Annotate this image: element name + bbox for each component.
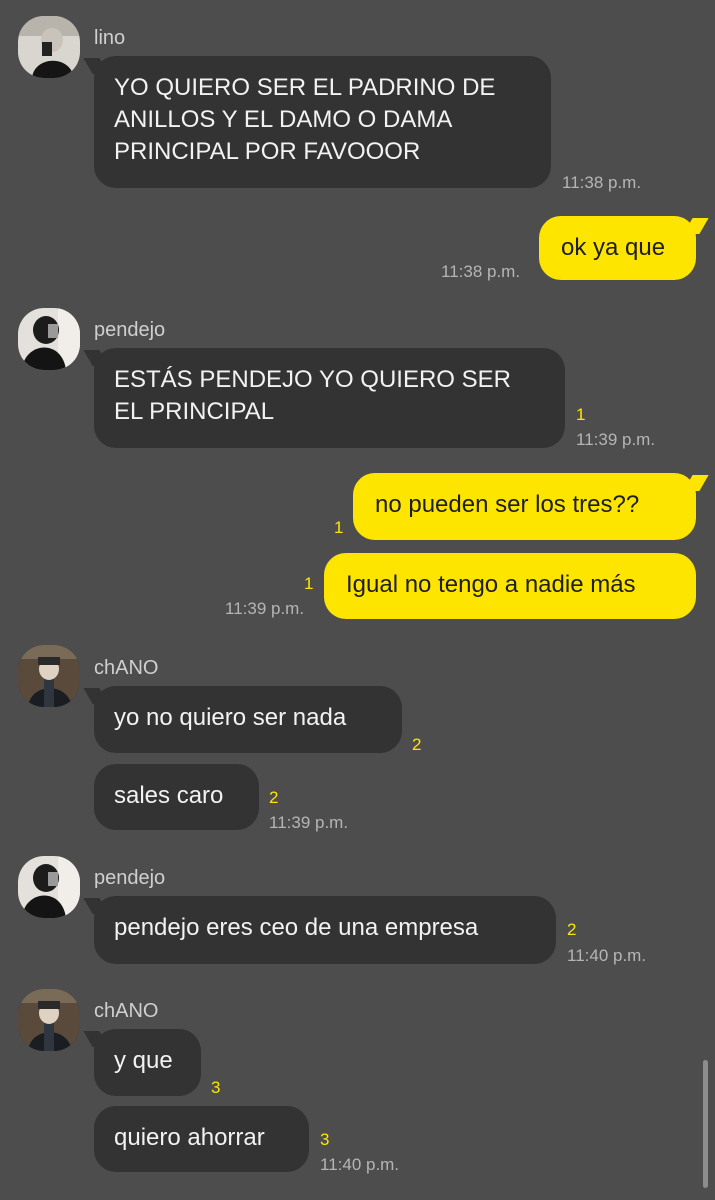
unread-count: 2 <box>567 920 577 939</box>
message-text: quiero ahorrar <box>114 1124 265 1151</box>
message-bubble-incoming[interactable]: ESTÁS PENDEJO YO QUIERO SER EL PRINCIPAL <box>94 348 565 448</box>
message-text: sales caro <box>114 782 224 809</box>
message-bubble-incoming[interactable]: pendejo eres ceo de una empresa <box>94 896 556 964</box>
unread-count: 1 <box>304 574 314 593</box>
message-bubble-outgoing[interactable]: ok ya que <box>539 216 696 280</box>
message-line: ESTÁS PENDEJO YO QUIERO SER <box>114 366 511 393</box>
avatar-pendejo[interactable] <box>18 308 80 370</box>
sender-name: chANO <box>94 1000 159 1022</box>
profile-photo-icon <box>18 645 80 707</box>
avatar-chano[interactable] <box>18 645 80 707</box>
timestamp: 11:39 p.m. <box>225 599 305 618</box>
avatar-pendejo[interactable] <box>18 856 80 918</box>
timestamp: 11:38 p.m. <box>441 262 521 281</box>
profile-photo-icon <box>18 308 80 370</box>
message-text: y que <box>114 1047 173 1074</box>
message-bubble-incoming[interactable]: yo no quiero ser nada <box>94 686 402 753</box>
message-text: yo no quiero ser nada <box>114 704 347 731</box>
avatar-lino[interactable] <box>18 16 80 78</box>
message-line: PRINCIPAL POR FAVOOOR <box>114 138 421 165</box>
message-bubble-outgoing[interactable]: Igual no tengo a nadie más <box>324 553 696 619</box>
sender-name: chANO <box>94 657 159 679</box>
avatar-chano[interactable] <box>18 989 80 1051</box>
message-bubble-incoming[interactable]: y que <box>94 1029 201 1096</box>
profile-photo-icon <box>18 989 80 1051</box>
message-line: EL PRINCIPAL <box>114 398 275 425</box>
timestamp: 11:40 p.m. <box>320 1155 400 1174</box>
timestamp: 11:39 p.m. <box>269 813 349 832</box>
unread-count: 2 <box>269 788 279 807</box>
message-bubble-incoming[interactable]: YO QUIERO SER EL PADRINO DE ANILLOS Y EL… <box>94 56 551 188</box>
message-text: pendejo eres ceo de una empresa <box>114 914 479 941</box>
message-text: Igual no tengo a nadie más <box>346 571 636 598</box>
unread-count: 1 <box>334 518 344 537</box>
message-line: YO QUIERO SER EL PADRINO DE <box>114 74 496 101</box>
message-text: ok ya que <box>561 234 666 261</box>
message-text: no pueden ser los tres?? <box>375 491 640 518</box>
scrollbar[interactable] <box>703 1060 708 1188</box>
timestamp: 11:39 p.m. <box>576 430 656 449</box>
sender-name: lino <box>94 27 126 49</box>
unread-count: 3 <box>320 1130 330 1149</box>
message-bubble-incoming[interactable]: quiero ahorrar <box>94 1106 309 1172</box>
sender-name: pendejo <box>94 319 166 341</box>
sender-name: pendejo <box>94 867 166 889</box>
unread-count: 3 <box>211 1078 221 1097</box>
timestamp: 11:38 p.m. <box>562 173 642 192</box>
timestamp: 11:40 p.m. <box>567 946 647 965</box>
profile-photo-icon <box>18 856 80 918</box>
profile-photo-icon <box>18 16 80 78</box>
message-bubble-incoming[interactable]: sales caro <box>94 764 259 830</box>
message-bubble-outgoing[interactable]: no pueden ser los tres?? <box>353 473 696 540</box>
message-line: ANILLOS Y EL DAMO O DAMA <box>114 106 453 133</box>
unread-count: 1 <box>576 405 586 424</box>
unread-count: 2 <box>412 735 422 754</box>
chat-conversation[interactable]: lino YO QUIERO SER EL PADRINO DE ANILLOS… <box>0 0 715 1200</box>
